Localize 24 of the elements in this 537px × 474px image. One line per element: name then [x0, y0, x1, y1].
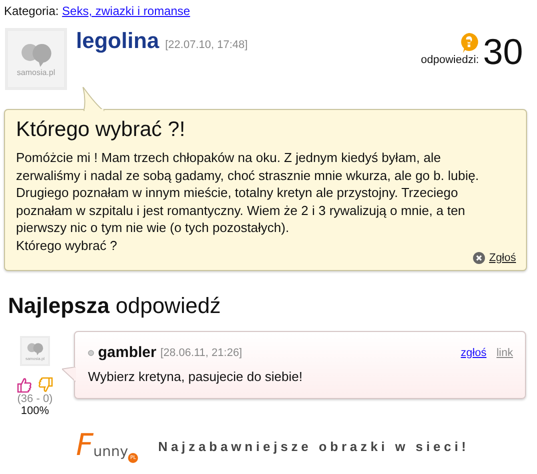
vote-count: (36 - 0)	[17, 393, 53, 405]
tagline: Najzabawniejsze obrazki w sieci!	[158, 438, 470, 454]
thumbs-down-icon[interactable]	[38, 377, 53, 393]
answer-date: [28.06.11, 21:26]	[160, 346, 242, 358]
answer-author[interactable]: gambler	[98, 344, 156, 361]
report-link[interactable]: zgłoś	[460, 346, 486, 358]
question-bubble-icon	[458, 32, 479, 54]
avatar: samosia.pl	[5, 28, 67, 90]
question-title: Którego wybrać ?!	[16, 118, 186, 142]
answers-label: odpowiedzi:	[420, 54, 479, 66]
username[interactable]: legolina	[76, 28, 160, 54]
thumbs-up-icon[interactable]	[17, 377, 32, 393]
report-link[interactable]: Zgłoś	[489, 252, 516, 264]
category-link[interactable]: Seks, zwiazki i romanse	[62, 4, 190, 18]
vote-percent: 100%	[20, 405, 50, 417]
close-icon[interactable]	[473, 252, 486, 264]
status-dot-icon	[88, 350, 94, 356]
category-label: Kategoria:	[4, 4, 59, 18]
section-heading: Najlepsza odpowiedź	[8, 293, 222, 319]
post-date: [22.07.10, 17:48]	[165, 39, 248, 51]
question-text: Którego wybrać ?	[16, 236, 118, 254]
answers-count: 30	[482, 32, 523, 72]
question-text: Pomóżcie mi ! Mam trzech chłopaków na oku. Z jednym kiedyś byłam, ale zerwaliśmy i nadal ze sobą gadamy, choć strasznie mnie wkurza, ale go b. lubię. Drugiego poznałam w innym mieście, totalny kretyn ale przystojny. Trzeciego poznałam w szpitalu i jest romantyczny. Wiem że 2 i 3 rywalizują o mnie, a ten pierwszy nic o tym nie wie (o tych pozostałych).	[16, 149, 480, 236]
answer-text: Wybierz kretyna, pasujecie do siebie!	[88, 369, 304, 384]
